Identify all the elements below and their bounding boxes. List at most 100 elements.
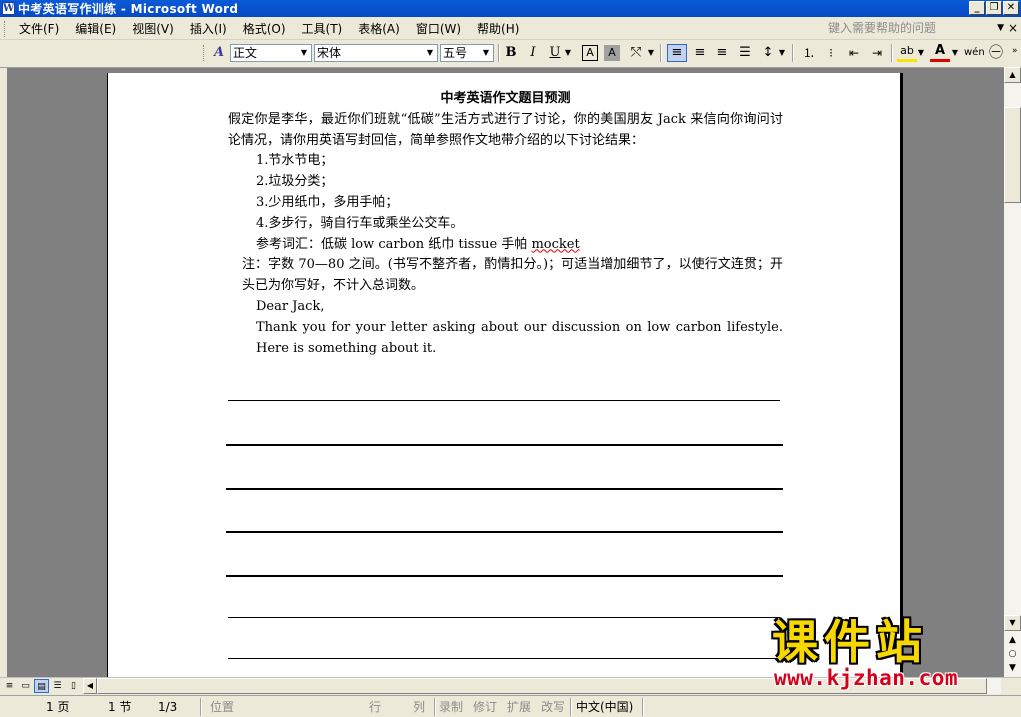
- font-size-value: 五号: [443, 46, 468, 60]
- next-page-icon[interactable]: ▼: [1006, 661, 1019, 675]
- highlight-dropdown-icon[interactable]: ▼: [916, 44, 926, 62]
- minimize-button[interactable]: _: [969, 1, 985, 15]
- status-language: 中文(中国): [576, 700, 634, 714]
- style-select[interactable]: 正文 ▼: [230, 44, 312, 62]
- status-record[interactable]: 录制: [439, 699, 463, 715]
- status-page: 1 页: [46, 700, 70, 714]
- font-value: 宋体: [317, 46, 342, 60]
- numbering-icon[interactable]: ⒈: [799, 44, 819, 62]
- char-shading-button[interactable]: A: [604, 45, 620, 61]
- menu-bar: 文件(F) 编辑(E) 视图(V) 插入(I) 格式(O) 工具(T) 表格(A…: [0, 18, 1021, 40]
- document-page[interactable]: 中考英语作文题目预测 假定你是李华，最近你们班就“低碳”生活方式进行了讨论，你的…: [107, 73, 903, 677]
- menu-help[interactable]: 帮助(H): [469, 19, 527, 39]
- status-separator: [570, 698, 572, 716]
- font-size-select[interactable]: 五号 ▼: [440, 44, 494, 62]
- line-spacing-icon[interactable]: ↕: [758, 44, 778, 62]
- close-document-button[interactable]: ×: [1008, 21, 1018, 35]
- print-layout-view-icon[interactable]: ▤: [34, 679, 49, 693]
- vertical-scrollbar[interactable]: ▲ ▼ ▲ ○ ▼: [1004, 67, 1021, 677]
- toolbar-more-icon[interactable]: »: [1012, 46, 1018, 56]
- line-spacing-dropdown-icon[interactable]: ▼: [777, 44, 787, 62]
- status-bar: 1 页 1 节 1/3 位置 行 列 录制 修订 扩展 改写 中文(中国): [0, 695, 1021, 717]
- writing-line: [226, 531, 783, 533]
- list-item: 1.节水节电；: [256, 153, 334, 169]
- distributed-align-icon[interactable]: ☰: [735, 44, 755, 62]
- list-item: 3.少用纸巾，多用手帕；: [256, 194, 399, 210]
- underline-dropdown-icon[interactable]: ▼: [563, 44, 573, 62]
- font-color-icon[interactable]: A: [930, 44, 950, 62]
- chevron-down-icon[interactable]: ▼: [480, 46, 492, 60]
- underline-button[interactable]: U: [545, 44, 565, 62]
- scroll-down-button[interactable]: ▼: [1004, 615, 1021, 631]
- scale-dropdown-icon[interactable]: ▼: [646, 44, 656, 62]
- normal-view-icon[interactable]: ≡: [2, 679, 17, 693]
- chevron-down-icon[interactable]: ▼: [997, 20, 1004, 37]
- status-overtype[interactable]: 改写: [541, 699, 565, 715]
- intro-paragraph: 假定你是李华，最近你们班就“低碳”生活方式进行了讨论，你的美国朋友 Jack 来…: [228, 111, 783, 148]
- close-button[interactable]: ✕: [1003, 1, 1019, 15]
- toolbar-separator: [498, 44, 500, 62]
- toolbar-separator: [660, 44, 662, 62]
- status-separator: [642, 698, 644, 716]
- scroll-left-button[interactable]: ◀: [83, 678, 97, 694]
- writing-line: [226, 488, 783, 490]
- scroll-up-button[interactable]: ▲: [1004, 67, 1021, 83]
- bullets-icon[interactable]: ⁝: [821, 44, 841, 62]
- restore-button[interactable]: ❐: [986, 1, 1002, 15]
- menu-grip[interactable]: [4, 20, 7, 37]
- misspelled-word[interactable]: mocket: [531, 237, 579, 252]
- status-line: 行: [369, 700, 382, 714]
- letter-greeting: Dear Jack,: [256, 298, 325, 314]
- menu-table[interactable]: 表格(A): [350, 19, 408, 39]
- outline-view-icon[interactable]: ☰: [50, 679, 65, 693]
- writing-line: [226, 444, 783, 446]
- font-color-dropdown-icon[interactable]: ▼: [950, 44, 960, 62]
- formatting-toolbar: A 正文 ▼ 宋体 ▼ 五号 ▼ B I U ▼ A A ⤲ ▼ ≡ ≡ ≡ ☰…: [0, 40, 1021, 66]
- phonetic-guide-icon[interactable]: wén: [964, 44, 985, 62]
- align-center-icon[interactable]: ≡: [690, 44, 710, 62]
- status-section: 1 节: [108, 700, 132, 714]
- align-justify-button[interactable]: ≡: [667, 44, 687, 62]
- highlight-icon[interactable]: ab: [897, 44, 917, 62]
- vertical-scroll-thumb[interactable]: [1004, 107, 1021, 203]
- menu-tools[interactable]: 工具(T): [294, 19, 351, 39]
- web-layout-view-icon[interactable]: ▭: [18, 679, 33, 693]
- previous-page-icon[interactable]: ▲: [1006, 633, 1019, 647]
- document-content[interactable]: 中考英语作文题目预测 假定你是李华，最近你们班就“低碳”生活方式进行了讨论，你的…: [228, 89, 783, 359]
- menu-window[interactable]: 窗口(W): [408, 19, 469, 39]
- enclose-char-icon[interactable]: ㊀: [986, 44, 1006, 62]
- menu-file[interactable]: 文件(F): [11, 19, 67, 39]
- chevron-down-icon[interactable]: ▼: [424, 46, 436, 60]
- document-workspace: 中考英语作文题目预测 假定你是李华，最近你们班就“低碳”生活方式进行了讨论，你的…: [0, 67, 1004, 677]
- chevron-down-icon[interactable]: ▼: [298, 46, 310, 60]
- status-column: 列: [413, 700, 426, 714]
- menu-edit[interactable]: 编辑(E): [67, 19, 124, 39]
- vocab-line: 参考词汇：低碳 low carbon 纸巾 tissue 手帕 mocket: [228, 235, 783, 256]
- menu-insert[interactable]: 插入(I): [182, 19, 235, 39]
- increase-indent-icon[interactable]: ⇥: [867, 44, 887, 62]
- toolbar-grip[interactable]: [203, 45, 206, 61]
- toolbar-separator: [891, 44, 893, 62]
- char-scale-icon[interactable]: ⤲: [626, 44, 646, 62]
- writing-line: [228, 617, 780, 618]
- kjzhan-watermark-url: www.kjzhan.com: [774, 666, 959, 690]
- status-extend[interactable]: 扩展: [507, 699, 531, 715]
- styles-pane-icon[interactable]: A: [210, 44, 228, 62]
- align-right-icon[interactable]: ≡: [712, 44, 732, 62]
- window-title: 中考英语写作训练 - Microsoft Word: [18, 2, 239, 16]
- italic-button[interactable]: I: [523, 44, 543, 62]
- font-select[interactable]: 宋体 ▼: [314, 44, 438, 62]
- reading-layout-view-icon[interactable]: ▯: [66, 679, 81, 693]
- char-border-button[interactable]: A: [582, 45, 598, 61]
- menu-format[interactable]: 格式(O): [235, 19, 294, 39]
- decrease-indent-icon[interactable]: ⇤: [844, 44, 864, 62]
- menu-view[interactable]: 视图(V): [124, 19, 182, 39]
- window-controls: _ ❐ ✕: [969, 1, 1019, 15]
- list-item: 4.多步行，骑自行车或乘坐公交车。: [256, 215, 464, 231]
- bold-button[interactable]: B: [501, 44, 521, 62]
- select-browse-object-icon[interactable]: ○: [1006, 647, 1019, 661]
- status-track-changes[interactable]: 修订: [473, 699, 497, 715]
- word-app-icon[interactable]: W: [2, 2, 15, 15]
- left-margin-strip: [0, 68, 7, 677]
- help-question-input[interactable]: 键入需要帮助的问题 ▼: [824, 20, 1006, 37]
